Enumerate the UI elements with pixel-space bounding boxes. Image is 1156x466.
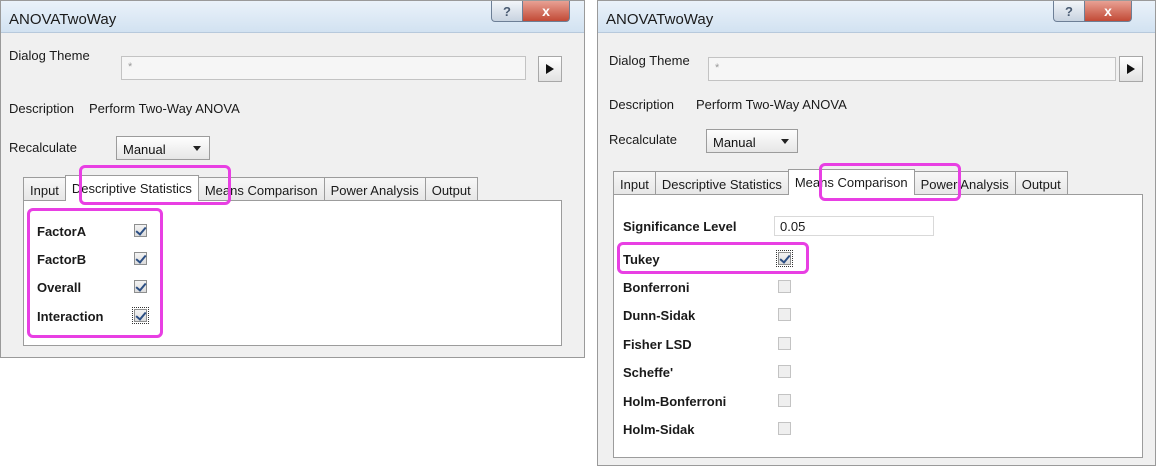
tab-power-analysis[interactable]: Power Analysis [323, 177, 426, 201]
chevron-down-icon [781, 139, 789, 144]
anova-dialog-left: ANOVATwoWay ? x Dialog Theme * Descripti… [0, 0, 585, 358]
tab-means-comparison[interactable]: Means Comparison [197, 177, 325, 201]
option-label: Interaction [37, 309, 104, 324]
anova-dialog-right: ANOVATwoWay ? x Dialog Theme * Descripti… [597, 0, 1156, 466]
recalculate-value: Manual [713, 135, 756, 150]
holm-bonferroni-checkbox[interactable] [778, 394, 791, 407]
help-icon: ? [503, 3, 511, 19]
holm-sidak-checkbox[interactable] [778, 422, 791, 435]
help-button[interactable]: ? [491, 1, 523, 22]
help-button[interactable]: ? [1053, 1, 1085, 22]
dialog-title: ANOVATwoWay [606, 11, 714, 28]
help-icon: ? [1065, 3, 1073, 19]
dialog-title: ANOVATwoWay [9, 11, 117, 28]
tab-bar: Input Descriptive Statistics Means Compa… [23, 175, 478, 201]
description-value: Perform Two-Way ANOVA [89, 101, 240, 116]
method-label: Bonferroni [623, 280, 690, 295]
tukey-checkbox[interactable] [776, 250, 793, 267]
fisher-lsd-checkbox[interactable] [778, 337, 791, 350]
recalculate-select[interactable]: Manual [116, 136, 210, 160]
close-icon: x [542, 3, 550, 19]
option-label: FactorB [37, 252, 87, 267]
interaction-checkbox[interactable] [132, 307, 149, 324]
recalculate-value: Manual [123, 142, 166, 157]
dialog-theme-label: Dialog Theme [9, 48, 90, 63]
recalculate-select[interactable]: Manual [706, 129, 798, 153]
bonferroni-checkbox[interactable] [778, 280, 791, 293]
recalculate-label: Recalculate [609, 132, 677, 147]
tab-panel [23, 200, 562, 346]
theme-menu-button[interactable] [1119, 56, 1143, 82]
tab-input[interactable]: Input [23, 177, 66, 201]
close-button[interactable]: x [1084, 1, 1132, 22]
significance-level-label: Significance Level [623, 219, 737, 234]
arrow-right-icon [546, 64, 554, 74]
dialog-theme-field[interactable]: * [121, 56, 526, 80]
title-bar[interactable]: ANOVATwoWay ? x [1, 1, 584, 33]
description-label: Description [609, 97, 675, 112]
tab-output[interactable]: Output [1014, 171, 1068, 195]
tab-power-analysis[interactable]: Power Analysis [913, 171, 1016, 195]
option-label: FactorA [37, 224, 87, 239]
significance-level-field[interactable]: 0.05 [774, 216, 934, 236]
dialog-theme-label: Dialog Theme [609, 53, 690, 68]
factora-checkbox[interactable] [134, 224, 147, 237]
scheffe-checkbox[interactable] [778, 365, 791, 378]
description-label: Description [9, 101, 75, 116]
close-icon: x [1104, 3, 1112, 19]
method-label: Fisher LSD [623, 337, 692, 352]
method-label: Holm-Bonferroni [623, 394, 727, 409]
method-label: Tukey [623, 252, 660, 267]
title-bar[interactable]: ANOVATwoWay ? x [598, 1, 1155, 33]
method-label: Dunn-Sidak [623, 308, 696, 323]
dialog-theme-field[interactable]: * [708, 57, 1116, 81]
factorb-checkbox[interactable] [134, 252, 147, 265]
recalculate-label: Recalculate [9, 140, 77, 155]
description-value: Perform Two-Way ANOVA [696, 97, 847, 112]
arrow-right-icon [1127, 64, 1135, 74]
dunn-sidak-checkbox[interactable] [778, 308, 791, 321]
overall-checkbox[interactable] [134, 280, 147, 293]
option-label: Overall [37, 280, 82, 295]
tab-output[interactable]: Output [424, 177, 478, 201]
tab-descriptive-statistics[interactable]: Descriptive Statistics [64, 175, 199, 201]
tab-means-comparison[interactable]: Means Comparison [787, 169, 915, 195]
method-label: Holm-Sidak [623, 422, 695, 437]
theme-menu-button[interactable] [538, 56, 562, 82]
close-button[interactable]: x [522, 1, 570, 22]
method-label: Scheffe' [623, 365, 674, 380]
tab-bar: Input Descriptive Statistics Means Compa… [613, 169, 1068, 195]
chevron-down-icon [193, 146, 201, 151]
tab-descriptive-statistics[interactable]: Descriptive Statistics [654, 171, 789, 195]
tab-input[interactable]: Input [613, 171, 656, 195]
